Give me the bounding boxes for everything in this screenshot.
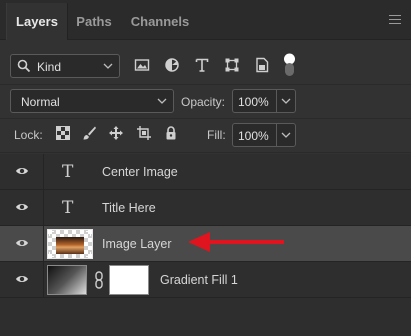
image-filter-icon[interactable] [134,57,150,73]
chevron-down-icon [157,98,167,104]
search-icon [17,59,31,73]
eye-icon[interactable] [15,238,29,248]
layer-row-center-image[interactable]: T Center Image [0,154,411,190]
opacity-value: 100% [238,95,269,109]
layer-name[interactable]: Title Here [102,201,156,215]
panel-tab-bar: Layers Paths Channels [0,0,411,40]
eye-icon[interactable] [15,202,29,212]
divider [0,84,411,85]
fill-field[interactable]: 100% [232,123,296,147]
tab-channels[interactable]: Channels [120,3,200,40]
layer-mask-thumbnail[interactable] [109,265,149,295]
gradient-thumbnail [47,265,87,295]
eye-icon[interactable] [15,166,29,176]
shape-filter-icon[interactable] [224,57,240,73]
layer-name[interactable]: Image Layer [102,237,171,251]
annotation-arrow-icon [188,232,284,252]
filter-toggle[interactable] [283,53,296,77]
type-layer-icon: T [62,162,74,182]
visibility-cell [0,190,44,225]
link-icon[interactable] [94,271,104,289]
layer-row-gradient-fill[interactable]: Gradient Fill 1 [0,262,411,298]
lock-label: Lock: [14,128,43,142]
filter-kind-select[interactable]: Kind [10,54,120,78]
fill-value: 100% [238,129,269,143]
blend-mode-value: Normal [21,95,60,109]
layer-thumbnail [47,229,93,259]
chevron-down-icon[interactable] [281,97,291,105]
adjustment-filter-icon[interactable] [164,57,180,73]
blend-mode-select[interactable]: Normal [10,89,174,113]
lock-transparent-pixels-icon[interactable] [55,125,71,141]
filter-kind-value: Kind [37,60,62,74]
lock-all-icon[interactable] [163,125,179,141]
type-layer-icon: T [62,198,74,218]
fill-label: Fill: [207,128,226,142]
chevron-down-icon [103,63,113,69]
lock-artboard-icon[interactable] [136,125,152,141]
layer-name[interactable]: Center Image [102,165,178,179]
tab-layers[interactable]: Layers [6,3,68,40]
opacity-label: Opacity: [181,95,226,109]
lock-image-pixels-icon[interactable] [81,125,97,141]
layer-name[interactable]: Gradient Fill 1 [160,273,238,287]
visibility-cell [0,262,44,297]
opacity-field[interactable]: 100% [232,89,296,113]
type-filter-icon[interactable] [194,57,210,73]
visibility-cell [0,226,44,261]
visibility-cell [0,154,44,189]
lock-position-icon[interactable] [108,125,124,141]
layer-row-title-here[interactable]: T Title Here [0,190,411,226]
chevron-down-icon[interactable] [281,131,291,139]
tab-paths[interactable]: Paths [68,3,120,40]
smart-object-filter-icon[interactable] [254,57,270,73]
divider [0,152,411,153]
divider [0,118,411,119]
panel-menu-icon[interactable] [389,15,401,24]
eye-icon[interactable] [15,274,29,284]
